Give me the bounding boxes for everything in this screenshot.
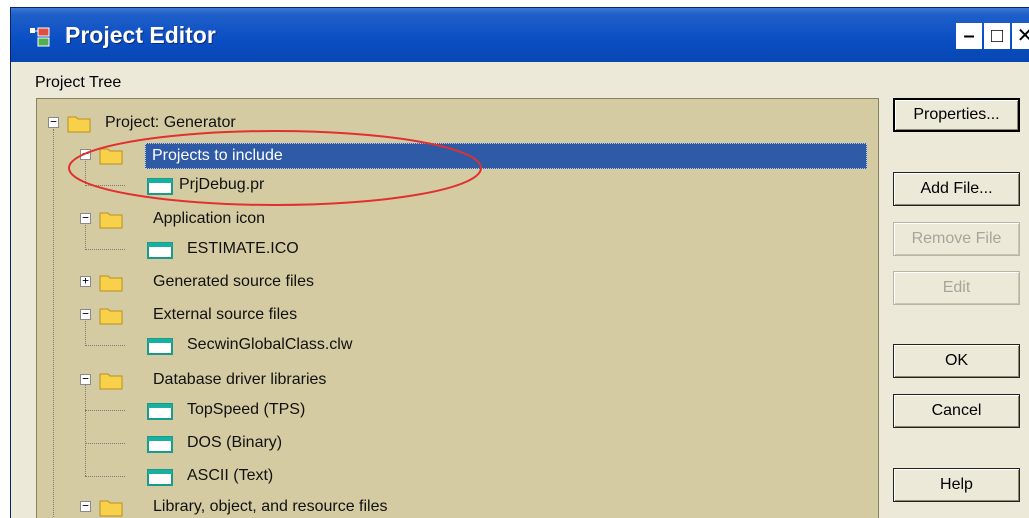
- window-title: Project Editor: [65, 22, 216, 48]
- tree-node-external-source-files[interactable]: External source files: [153, 303, 297, 327]
- tree-connector: [85, 159, 86, 184]
- collapse-toggle[interactable]: −: [80, 148, 91, 160]
- folder-icon: [99, 212, 123, 229]
- tree-connector: [53, 129, 54, 518]
- edit-button[interactable]: Edit: [893, 271, 1020, 305]
- file-icon: [147, 338, 173, 355]
- tree-node-ascii-text[interactable]: ASCII (Text): [187, 464, 273, 488]
- tree-node-secwinglobalclass[interactable]: SecwinGlobalClass.clw: [187, 333, 352, 357]
- folder-icon: [99, 373, 123, 390]
- tree-node-topspeed[interactable]: TopSpeed (TPS): [187, 398, 305, 422]
- folder-icon: [99, 148, 123, 165]
- collapse-toggle[interactable]: −: [80, 212, 91, 224]
- folder-icon: [99, 308, 123, 325]
- project-tree-label: Project Tree: [35, 74, 121, 92]
- tree-node-project-generator[interactable]: Project: Generator: [105, 111, 236, 135]
- app-icon: [30, 27, 50, 47]
- collapse-toggle[interactable]: −: [48, 116, 59, 128]
- project-editor-window: Project Editor – □ ✕ Project Tree − Proj…: [10, 7, 1029, 518]
- folder-icon: [99, 275, 123, 292]
- file-icon: [147, 469, 173, 486]
- help-button[interactable]: Help: [893, 468, 1020, 502]
- maximize-button[interactable]: □: [984, 23, 1010, 49]
- tree-node-projects-to-include[interactable]: Projects to include: [145, 143, 867, 169]
- tree-connector: [85, 410, 125, 411]
- tree-connector: [85, 249, 125, 250]
- tree-node-library-object-resource-files[interactable]: Library, object, and resource files: [153, 495, 387, 518]
- title-bar[interactable]: Project Editor – □ ✕: [11, 8, 1029, 62]
- tree-connector: [85, 319, 86, 344]
- tree-node-dos-binary[interactable]: DOS (Binary): [187, 431, 282, 455]
- tree-node-generated-source-files[interactable]: Generated source files: [153, 270, 314, 294]
- tree-node-prjdebug[interactable]: PrjDebug.pr: [179, 173, 264, 197]
- tree-connector: [85, 443, 125, 444]
- tree-connector: [85, 223, 86, 248]
- tree-connector: [85, 185, 125, 186]
- properties-button[interactable]: Properties...: [893, 98, 1020, 132]
- remove-file-button[interactable]: Remove File: [893, 222, 1020, 256]
- collapse-toggle[interactable]: −: [80, 373, 91, 385]
- tree-node-database-driver-libraries[interactable]: Database driver libraries: [153, 368, 326, 392]
- tree-node-estimate-ico[interactable]: ESTIMATE.ICO: [187, 237, 299, 261]
- collapse-toggle[interactable]: −: [80, 500, 91, 512]
- file-icon: [147, 178, 173, 195]
- tree-connector: [85, 384, 86, 476]
- collapse-toggle[interactable]: −: [80, 308, 91, 320]
- close-button[interactable]: ✕: [1012, 23, 1029, 49]
- cancel-button[interactable]: Cancel: [893, 394, 1020, 428]
- folder-icon: [99, 500, 123, 517]
- minimize-button[interactable]: –: [956, 23, 982, 49]
- file-icon: [147, 436, 173, 453]
- ok-button[interactable]: OK: [893, 344, 1020, 378]
- add-file-button[interactable]: Add File...: [893, 172, 1020, 206]
- project-tree[interactable]: − Project: Generator − Projects to inclu…: [36, 98, 879, 518]
- file-icon: [147, 403, 173, 420]
- project-tree-label-text: Project Tree: [35, 74, 122, 91]
- tree-node-application-icon[interactable]: Application icon: [153, 207, 265, 231]
- file-icon: [147, 242, 173, 259]
- tree-connector: [85, 476, 125, 477]
- folder-icon: [67, 116, 91, 133]
- expand-toggle[interactable]: +: [80, 275, 91, 287]
- tree-connector: [85, 345, 125, 346]
